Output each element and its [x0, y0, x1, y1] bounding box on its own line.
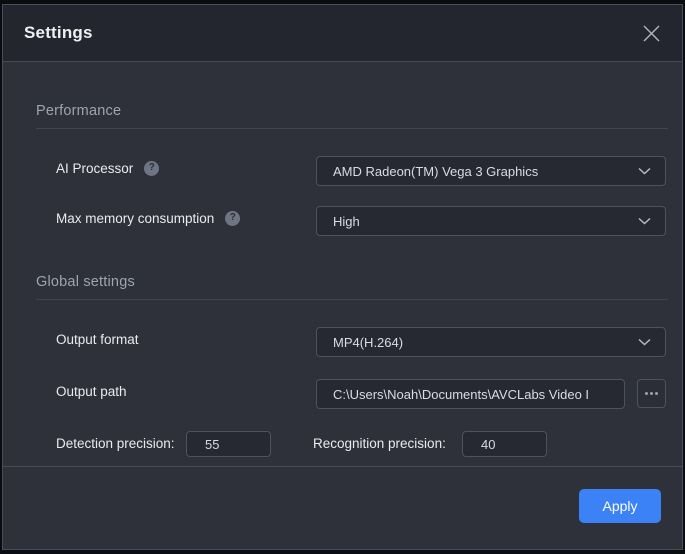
ellipsis-icon	[645, 392, 658, 395]
section-title-performance: Performance	[36, 103, 122, 119]
browse-path-button[interactable]	[637, 379, 666, 408]
detection-precision-input[interactable]: 55	[186, 431, 271, 457]
label-detection-precision: Detection precision:	[56, 436, 175, 451]
dropdown-max-memory-consumption[interactable]: High	[316, 206, 666, 236]
dropdown-max-memory-consumption-value: High	[333, 213, 360, 229]
help-icon-max-memory-consumption[interactable]: ?	[225, 211, 241, 226]
output-path-input[interactable]: C:\Users\Noah\Documents\AVCLabs Video I	[316, 379, 625, 409]
label-output-path-text: Output path	[56, 384, 127, 399]
label-max-memory-consumption: Max memory consumption ?	[56, 211, 241, 226]
label-ai-processor: AI Processor ?	[56, 161, 160, 176]
label-output-format: Output format	[56, 332, 139, 347]
chevron-down-icon	[638, 217, 651, 225]
recognition-precision-input[interactable]: 40	[462, 431, 547, 457]
chevron-down-icon	[638, 338, 651, 346]
recognition-precision-value: 40	[481, 436, 496, 452]
apply-button[interactable]: Apply	[579, 489, 661, 523]
dialog-footer: Apply	[3, 466, 682, 549]
section-divider-global-settings	[36, 299, 668, 300]
label-recognition-precision-text: Recognition precision:	[313, 436, 446, 451]
chevron-down-icon	[638, 167, 651, 175]
label-output-path: Output path	[56, 384, 127, 399]
close-glyph	[643, 25, 659, 41]
close-icon[interactable]	[634, 16, 668, 50]
dropdown-output-format-value: MP4(H.264)	[333, 334, 404, 350]
dialog-titlebar: Settings	[3, 5, 682, 62]
detection-precision-value: 55	[205, 436, 220, 452]
label-detection-precision-text: Detection precision:	[56, 436, 175, 451]
dropdown-ai-processor-value: AMD Radeon(TM) Vega 3 Graphics	[333, 163, 539, 179]
settings-content: Performance AI Processor ? AMD Radeon(TM…	[3, 62, 682, 466]
section-divider-performance	[36, 128, 668, 129]
dropdown-ai-processor[interactable]: AMD Radeon(TM) Vega 3 Graphics	[316, 156, 666, 186]
help-icon-ai-processor[interactable]: ?	[144, 161, 160, 176]
section-title-global-settings: Global settings	[36, 274, 135, 290]
dialog-title: Settings	[24, 23, 93, 42]
label-output-format-text: Output format	[56, 332, 139, 347]
label-max-memory-consumption-text: Max memory consumption	[56, 211, 215, 226]
output-path-value: C:\Users\Noah\Documents\AVCLabs Video I	[333, 386, 590, 402]
label-ai-processor-text: AI Processor	[56, 161, 134, 176]
label-recognition-precision: Recognition precision:	[313, 436, 446, 451]
settings-dialog: Settings Performance AI Processor ? AMD …	[2, 4, 683, 550]
dropdown-output-format[interactable]: MP4(H.264)	[316, 327, 666, 357]
